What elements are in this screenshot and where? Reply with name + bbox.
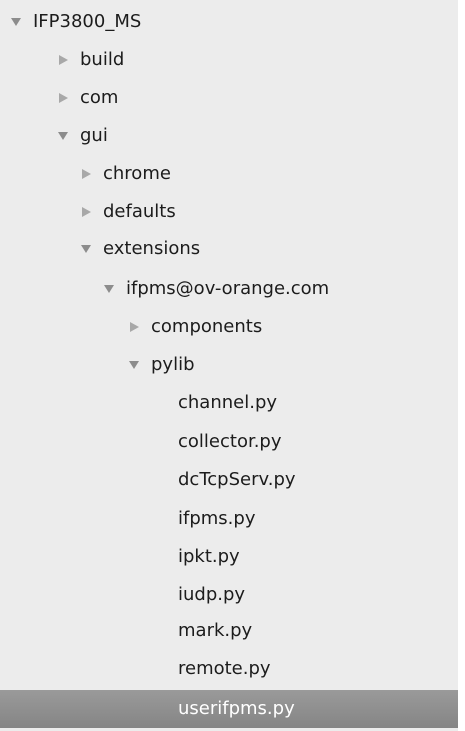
tree-item-label: extensions xyxy=(103,238,201,259)
tree-item-label: build xyxy=(80,49,125,70)
tree-item-chrome[interactable]: chrome xyxy=(0,156,458,192)
tree-item-extensions[interactable]: extensions xyxy=(0,231,458,267)
tree-item-label: ipkt.py xyxy=(178,546,240,567)
tree-item-pylib[interactable]: pylib xyxy=(0,347,458,383)
tree-item-collector-py[interactable]: collector.py xyxy=(0,424,458,460)
tree-item-build[interactable]: build xyxy=(0,42,458,78)
tree-item-channel-py[interactable]: channel.py xyxy=(0,385,458,421)
collapsed-triangle-icon[interactable] xyxy=(57,92,69,104)
tree-item-label: channel.py xyxy=(178,392,278,413)
tree-item-defaults[interactable]: defaults xyxy=(0,194,458,230)
collapsed-triangle-icon[interactable] xyxy=(80,206,92,218)
tree-item-label: ifpms@ov-orange.com xyxy=(126,278,330,299)
tree-item-ifpms-ov-orange-com[interactable]: ifpms@ov-orange.com xyxy=(0,271,458,307)
tree-item-com[interactable]: com xyxy=(0,80,458,116)
tree-item-label: dcTcpServ.py xyxy=(178,469,296,490)
collapsed-triangle-icon[interactable] xyxy=(128,321,140,333)
tree-item-mark-py[interactable]: mark.py xyxy=(0,613,458,649)
tree-item-label: gui xyxy=(80,125,108,146)
tree-item-label: components xyxy=(151,316,263,337)
expanded-triangle-icon[interactable] xyxy=(57,130,69,142)
tree-item-ipkt-py[interactable]: ipkt.py xyxy=(0,539,458,575)
expanded-triangle-icon[interactable] xyxy=(10,16,22,28)
tree-item-label: remote.py xyxy=(178,658,271,679)
tree-item-label: defaults xyxy=(103,201,176,222)
file-tree: IFP3800_MS build com gui chrome defaults… xyxy=(0,0,458,731)
tree-item-label: collector.py xyxy=(178,431,282,452)
tree-item-gui[interactable]: gui xyxy=(0,118,458,154)
tree-item-label: iudp.py xyxy=(178,584,246,605)
tree-item-label: chrome xyxy=(103,163,171,184)
tree-item-components[interactable]: components xyxy=(0,309,458,345)
tree-item-label: userifpms.py xyxy=(178,698,295,719)
tree-item-label: mark.py xyxy=(178,620,253,641)
tree-item-label: pylib xyxy=(151,354,195,375)
tree-item-label: com xyxy=(80,87,119,108)
expanded-triangle-icon[interactable] xyxy=(128,359,140,371)
tree-item-label: ifpms.py xyxy=(178,508,256,529)
expanded-triangle-icon[interactable] xyxy=(80,243,92,255)
tree-item-remote-py[interactable]: remote.py xyxy=(0,651,458,687)
tree-item-iudp-py[interactable]: iudp.py xyxy=(0,577,458,613)
collapsed-triangle-icon[interactable] xyxy=(80,168,92,180)
tree-item-ifp3800-ms[interactable]: IFP3800_MS xyxy=(0,4,458,40)
expanded-triangle-icon[interactable] xyxy=(103,283,115,295)
tree-item-dctcpserv-py[interactable]: dcTcpServ.py xyxy=(0,462,458,498)
tree-item-ifpms-py[interactable]: ifpms.py xyxy=(0,501,458,537)
tree-item-userifpms-py[interactable]: userifpms.py xyxy=(0,690,458,728)
tree-item-label: IFP3800_MS xyxy=(33,11,142,32)
collapsed-triangle-icon[interactable] xyxy=(57,54,69,66)
